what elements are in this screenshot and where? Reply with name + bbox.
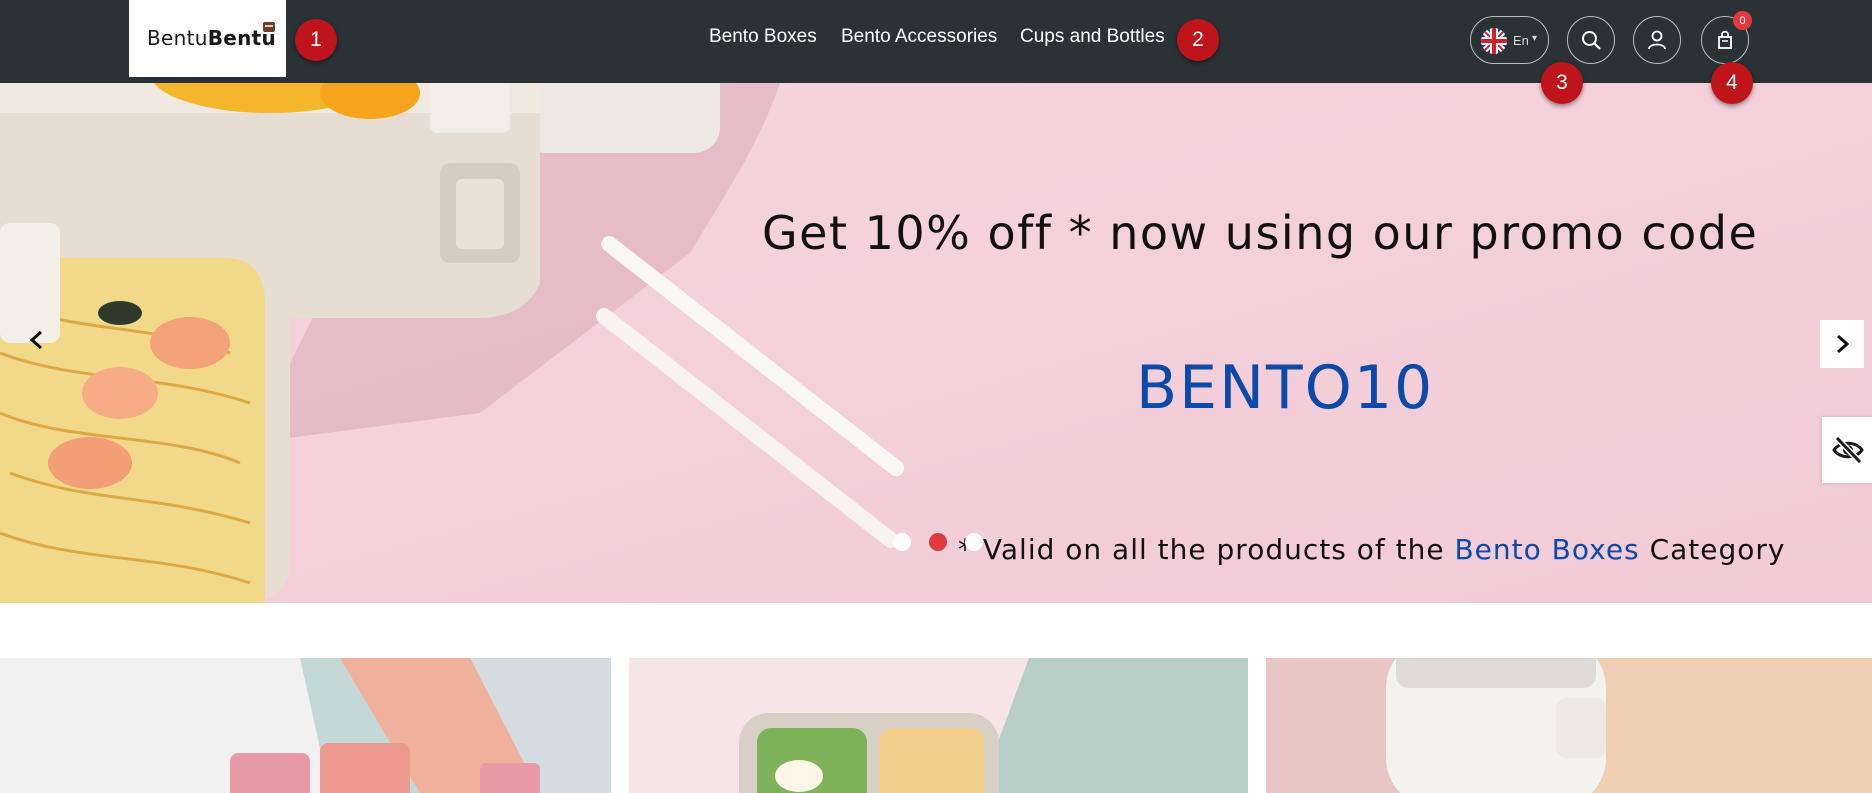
search-icon — [1582, 31, 1601, 50]
language-code: En — [1513, 33, 1529, 48]
eye-slash-icon — [1832, 435, 1864, 465]
annotation-marker-3: 3 — [1541, 62, 1583, 104]
search-button[interactable] — [1567, 16, 1615, 64]
carousel-next-button[interactable] — [1820, 320, 1864, 368]
card-image-bento-boxes — [629, 658, 1248, 793]
chevron-right-icon — [1837, 334, 1850, 354]
category-card-accessories[interactable] — [0, 658, 611, 793]
category-card-bento-boxes[interactable] — [629, 658, 1248, 793]
accessibility-toggle-button[interactable] — [1822, 417, 1872, 483]
validity-category-link[interactable]: Bento Boxes — [1454, 533, 1639, 566]
promo-code: BENTO10 — [1136, 353, 1435, 423]
nav-bento-accessories[interactable]: Bento Accessories — [841, 26, 997, 48]
annotation-marker-2: 2 — [1177, 19, 1219, 61]
uk-flag-icon — [1481, 28, 1507, 54]
category-card-cups-and-bottles[interactable] — [1266, 658, 1872, 793]
validity-prefix: * Valid on all the products of the — [958, 533, 1445, 566]
carousel-dot-1[interactable] — [893, 533, 911, 551]
logo-text: BentuBentu — [147, 26, 276, 50]
card-image-cups-and-bottles — [1266, 658, 1872, 793]
logo-part1: Bentu — [147, 26, 208, 50]
user-icon — [1648, 30, 1666, 50]
promo-heading: Get 10% off * now using our promo code — [762, 206, 1759, 260]
site-header: BentuBentu Bento Boxes Bento Accessories… — [0, 0, 1872, 83]
annotation-marker-4: 4 — [1711, 62, 1753, 104]
chevron-left-icon — [29, 330, 42, 350]
cart-count-badge: 0 — [1733, 11, 1752, 30]
carousel-prev-button[interactable] — [20, 323, 54, 357]
caret-down-icon: ▾ — [1532, 33, 1538, 44]
annotation-marker-1: 1 — [295, 19, 337, 61]
carousel-dot-2-active[interactable] — [929, 533, 947, 551]
logo-bento-icon — [263, 22, 275, 32]
bag-icon — [1718, 30, 1732, 49]
nav-cups-and-bottles[interactable]: Cups and Bottles — [1020, 26, 1165, 48]
nav-bento-boxes[interactable]: Bento Boxes — [709, 26, 817, 48]
hero-carousel: Get 10% off * now using our promo code B… — [0, 83, 1872, 603]
promo-validity-text: * Valid on all the products of the Bento… — [958, 533, 1785, 566]
validity-suffix: Category — [1649, 533, 1786, 566]
language-selector[interactable]: En ▾ — [1470, 16, 1549, 64]
card-image-accessories — [0, 658, 611, 793]
account-button[interactable] — [1633, 16, 1681, 64]
carousel-dot-3[interactable] — [965, 533, 983, 551]
site-logo[interactable]: BentuBentu — [129, 0, 286, 77]
hero-background-image — [0, 83, 1872, 603]
